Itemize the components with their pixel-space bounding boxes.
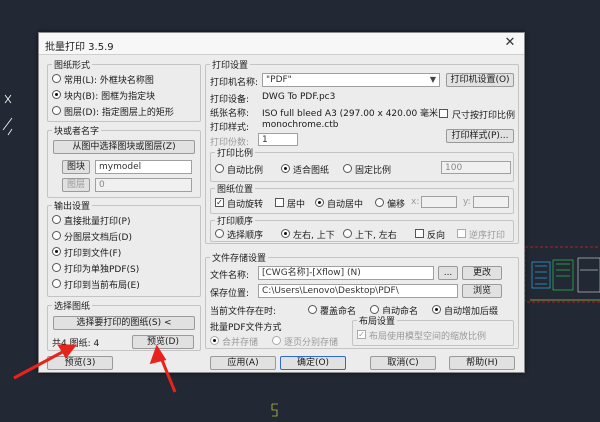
annotation-arrows xyxy=(13,344,177,393)
